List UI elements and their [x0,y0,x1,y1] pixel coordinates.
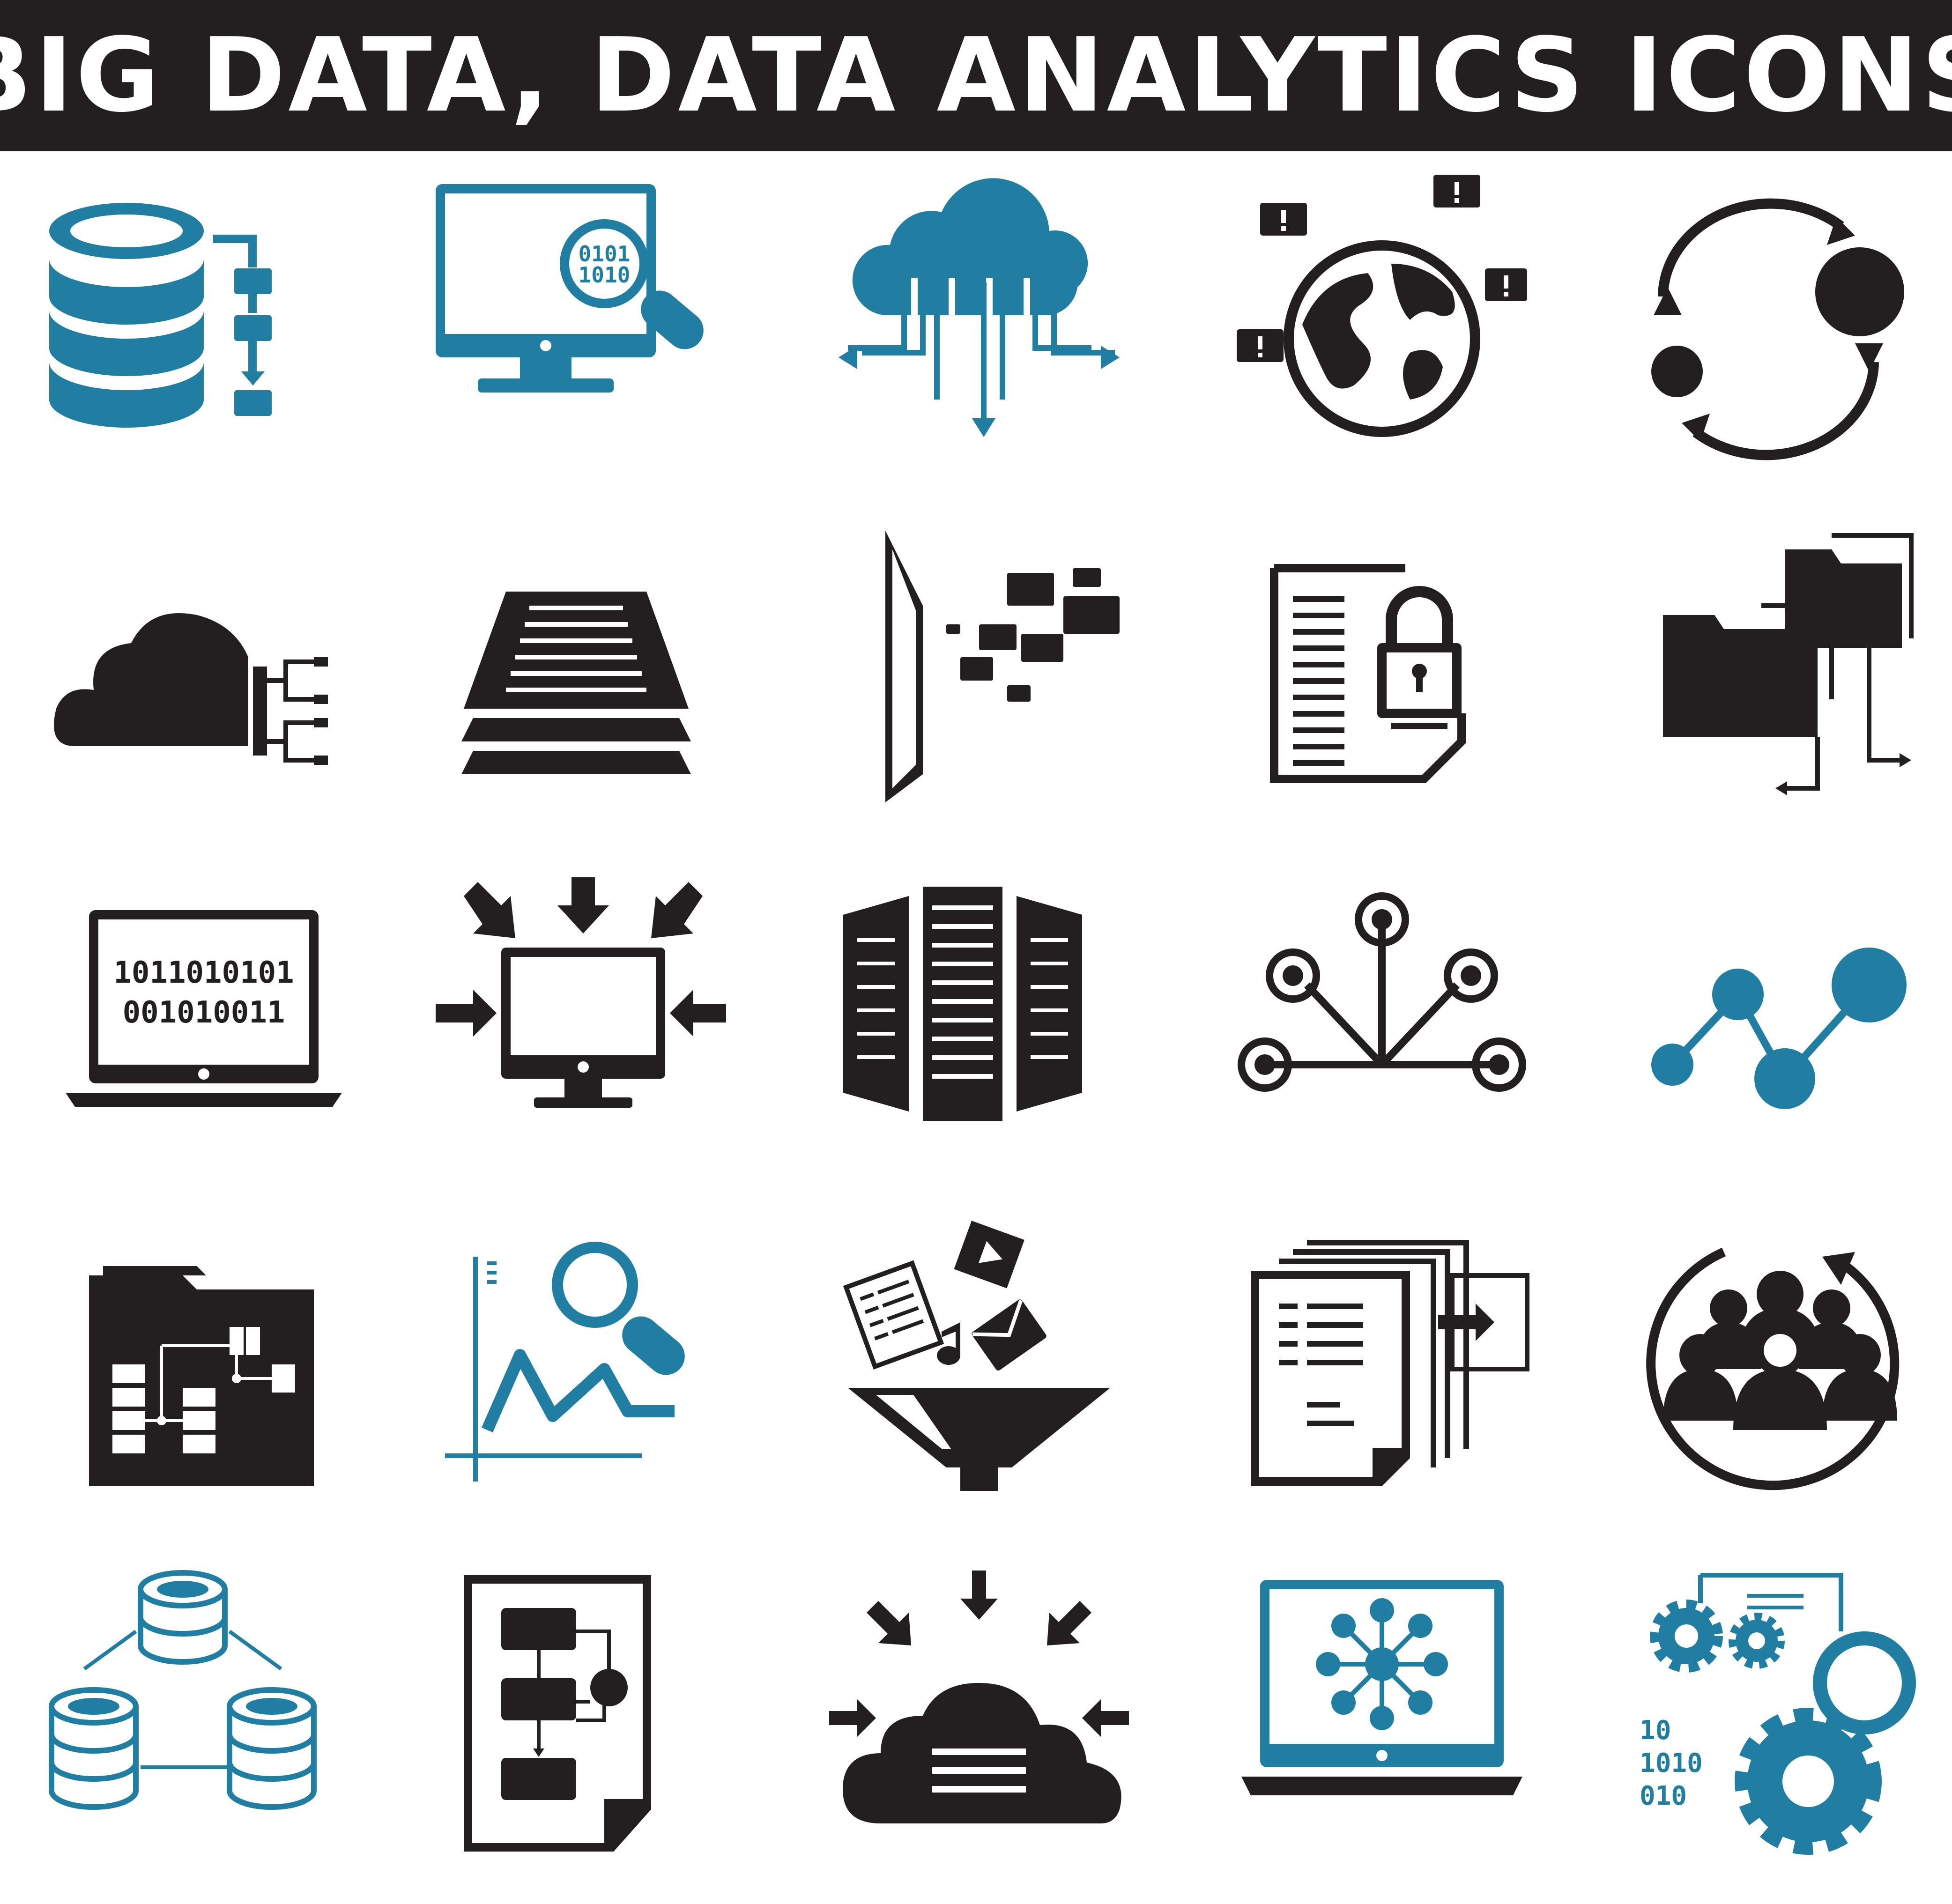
laptop-binary-icon: 1011010101 001010011 [14,845,379,1191]
flowchart-document-icon [393,1538,759,1884]
document-lock-icon [1199,498,1565,845]
binary-text-2: 1010 [579,262,631,288]
binary-text-2: 001010011 [123,995,285,1030]
documents-export-icon [1199,1191,1565,1538]
binary-text-3: 010 [1640,1781,1687,1811]
monitor-input-icon [393,845,759,1191]
cloud-input-icon [796,1538,1162,1884]
node-hub-icon [1199,845,1565,1191]
stacked-layers-icon [393,498,759,845]
folder-flowchart-icon [14,1191,379,1538]
cloud-distribution-icon [796,151,1162,498]
monitor-binary-search-icon: 0101 1010 [393,151,759,498]
icon-grid: 0101 1010 1011010101 001010011 10 1010 0… [0,151,1952,1904]
folder-network-icon [1597,498,1952,845]
sync-cycle-icon [1597,151,1952,498]
laptop-network-icon [1199,1538,1565,1884]
binary-text-1: 1011010101 [113,956,294,990]
cloud-network-icon [14,498,379,845]
database-flowchart-icon [14,151,379,498]
tablet-email-stream-icon [796,498,1162,845]
database-cluster-icon [14,1538,379,1884]
binary-text-1: 10 [1640,1715,1671,1746]
chart-search-icon [393,1191,759,1538]
server-racks-icon [796,845,1162,1191]
data-funnel-icon [796,1191,1162,1538]
header-bar: BIG DATA, DATA ANALYTICS ICONS [0,0,1952,151]
binary-text-2: 1010 [1640,1748,1703,1778]
team-cycle-icon [1597,1191,1952,1538]
page-title: BIG DATA, DATA ANALYTICS ICONS [0,16,1952,135]
connected-nodes-graph-icon [1597,845,1952,1191]
globe-notifications-icon [1199,151,1565,498]
code-gears-icon: 10 1010 010 [1597,1538,1952,1884]
